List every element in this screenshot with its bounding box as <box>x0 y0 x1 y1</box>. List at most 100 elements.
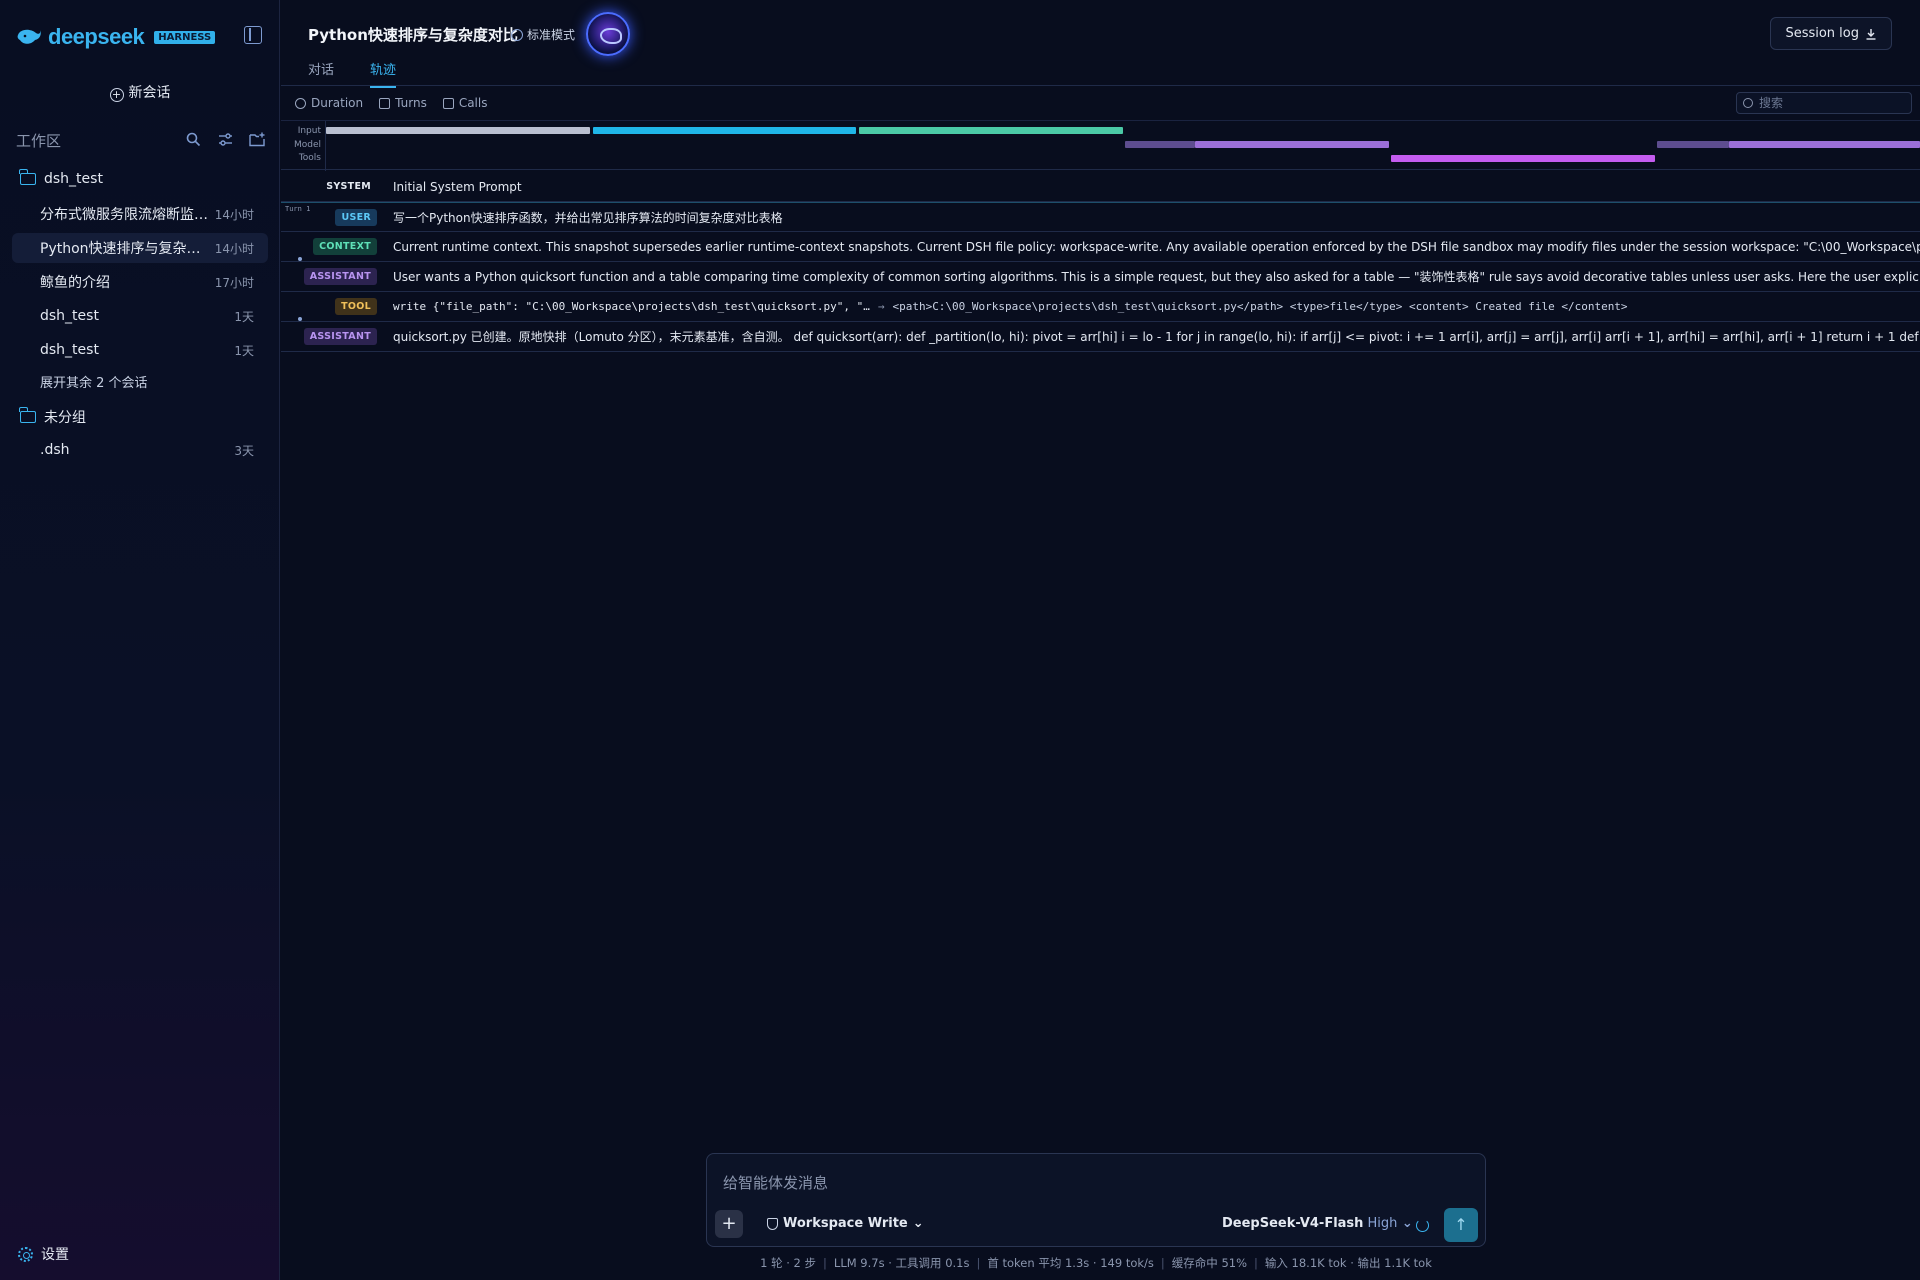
group-dsh-test[interactable]: dsh_test <box>19 169 103 187</box>
session-name: 分布式微服务限流熔断监控... <box>40 207 209 223</box>
model-level: High <box>1367 1216 1398 1231</box>
timeline-bar-tool[interactable] <box>1391 155 1655 162</box>
shield-icon <box>767 1217 778 1230</box>
usage-stats-bar: 1 轮 · 2 步 | LLM 9.7s · 工具调用 0.1s | 首 token 平… <box>760 1256 1432 1270</box>
lane-label-model: Model <box>293 139 321 150</box>
workspace-header: 工作区 <box>16 130 266 151</box>
calls-label: Calls <box>458 96 488 110</box>
timeline-lane-labels: Input Model Tools <box>281 125 321 166</box>
agent-avatar[interactable] <box>586 12 630 56</box>
session-item[interactable]: 鲸鱼的介绍 17小时 <box>12 267 268 297</box>
session-time: 14小时 <box>214 241 254 256</box>
trace-content: quicksort.py 已创建。原地快排（Lomuto 分区），末元素基准，含… <box>393 330 1920 344</box>
session-item[interactable]: dsh_test 1天 <box>12 335 268 365</box>
trace-timeline: Input Model Tools <box>281 120 1920 171</box>
session-time: 14小时 <box>214 207 254 222</box>
timeline-bar-model-wait[interactable] <box>1125 141 1195 148</box>
duration-toggle[interactable]: Duration <box>295 96 363 110</box>
gear-icon <box>18 1246 33 1262</box>
page-title: Python快速排序与复杂度对比 <box>308 26 518 44</box>
trace-row-user[interactable]: Turn 1 USER 写一个Python快速排序函数，并给出常见排序算法的时间… <box>281 202 1920 232</box>
turns-toggle[interactable]: Turns <box>379 96 427 110</box>
session-item-active[interactable]: Python快速排序与复杂度对... 14小时 <box>12 233 268 263</box>
tab-trace[interactable]: 轨迹 <box>370 59 397 88</box>
filter-sliders-icon[interactable] <box>216 132 234 150</box>
role-badge: SYSTEM <box>326 181 371 192</box>
brand-logo[interactable]: deepseek HARNESS <box>16 24 216 50</box>
attach-plus-button[interactable]: + <box>715 1210 743 1238</box>
timeline-bar-model[interactable] <box>1195 141 1389 148</box>
stat-llm: LLM 9.7s · 工具调用 0.1s <box>833 1256 970 1270</box>
role-badge: USER <box>335 208 377 226</box>
chevron-down-icon: ⌄ <box>912 1216 924 1231</box>
session-name: .dsh <box>40 442 70 458</box>
checkbox-icon <box>442 97 454 109</box>
duration-label: Duration <box>311 96 364 110</box>
settings-label: 设置 <box>41 1247 69 1263</box>
session-time: 3天 <box>234 443 254 458</box>
session-item[interactable]: .dsh 3天 <box>12 435 268 465</box>
calls-toggle[interactable]: Calls <box>442 96 488 110</box>
sidebar-toggle-icon[interactable] <box>244 26 262 44</box>
turn-label: Turn 1 <box>285 205 311 213</box>
expand-more-sessions[interactable]: 展开其余 2 个会话 <box>40 372 148 391</box>
trace-row-assistant[interactable]: ASSISTANT User wants a Python quicksort … <box>281 257 1920 292</box>
trace-rows: SYSTEM Initial System Prompt Turn 1 USER… <box>281 172 1920 352</box>
turns-label: Turns <box>395 96 427 110</box>
trace-row-assistant[interactable]: ASSISTANT quicksort.py 已创建。原地快排（Lomuto 分… <box>281 317 1920 352</box>
recycle-icon <box>511 28 523 41</box>
trace-search-input[interactable]: 搜索 <box>1736 92 1912 114</box>
role-badge: ASSISTANT <box>303 328 377 345</box>
lane-label-input: Input <box>297 126 321 136</box>
session-item[interactable]: dsh_test 1天 <box>12 301 268 331</box>
view-tabs: 对话 轨迹 <box>308 59 397 88</box>
trace-content: User wants a Python quicksort function a… <box>393 270 1920 284</box>
session-time: 17小时 <box>214 275 254 290</box>
timeline-bar-context[interactable] <box>859 127 1123 134</box>
tab-divider <box>281 85 1920 86</box>
mode-indicator[interactable]: 标准模式 <box>511 26 575 43</box>
trace-content: Current runtime context. This snapshot s… <box>393 239 1920 254</box>
session-name: dsh_test <box>40 342 99 358</box>
session-time: 1天 <box>234 343 254 358</box>
model-selector[interactable]: DeepSeek-V4-Flash High ⌄ <box>1222 1216 1413 1231</box>
timeline-bars <box>326 121 1920 171</box>
permission-selector[interactable]: Workspace Write ⌄ <box>767 1216 924 1231</box>
session-name: 鲸鱼的介绍 <box>40 275 110 291</box>
main-panel: Python快速排序与复杂度对比 标准模式 Session log 对话 轨迹 … <box>281 0 1920 1280</box>
tab-chat[interactable]: 对话 <box>308 59 334 88</box>
trace-row-tool[interactable]: TOOL write {"file_path": "C:\00_Workspac… <box>281 292 1920 322</box>
timeline-bar-model[interactable] <box>1729 141 1920 148</box>
group-ungrouped[interactable]: 未分组 <box>19 407 86 427</box>
trace-row-system[interactable]: SYSTEM Initial System Prompt <box>281 172 1920 202</box>
trace-content: Initial System Prompt <box>393 179 522 194</box>
trace-row-context[interactable]: CONTEXT Current runtime context. This sn… <box>281 232 1920 262</box>
stat-cache: 缓存命中 51% <box>1171 1256 1248 1270</box>
new-chat-button[interactable]: + 新会话 <box>0 82 280 102</box>
mode-label: 标准模式 <box>527 28 576 42</box>
message-composer: 给智能体发消息 + Workspace Write ⌄ DeepSeek-V4-… <box>706 1153 1486 1247</box>
search-icon[interactable] <box>184 132 202 150</box>
send-button[interactable]: ↑ <box>1444 1208 1478 1242</box>
session-name: dsh_test <box>40 308 99 324</box>
role-badge: TOOL <box>335 298 377 315</box>
timeline-bar-user[interactable] <box>593 127 856 134</box>
group-label: dsh_test <box>44 171 103 187</box>
message-input[interactable]: 给智能体发消息 <box>723 1172 828 1193</box>
lane-label-tools: Tools <box>298 153 321 163</box>
session-log-button[interactable]: Session log <box>1770 17 1892 50</box>
trace-toolbar: Duration Turns Calls <box>295 96 487 110</box>
timeline-bar-model-wait[interactable] <box>1657 141 1729 148</box>
folder-icon <box>19 407 36 423</box>
step-dot-icon <box>298 257 302 261</box>
timeline-bar-system[interactable] <box>326 127 590 134</box>
new-folder-icon[interactable] <box>248 132 266 150</box>
context-usage-ring-icon[interactable] <box>1416 1219 1429 1232</box>
folder-icon <box>19 169 36 185</box>
tool-call: write {"file_path": "C:\00_Workspace\pro… <box>393 300 870 313</box>
whale-logo-icon <box>17 29 41 44</box>
session-item[interactable]: 分布式微服务限流熔断监控... 14小时 <box>12 199 268 229</box>
settings-button[interactable]: 设置 <box>18 1244 69 1264</box>
session-log-label: Session log <box>1785 26 1859 41</box>
checkbox-icon <box>379 97 391 109</box>
